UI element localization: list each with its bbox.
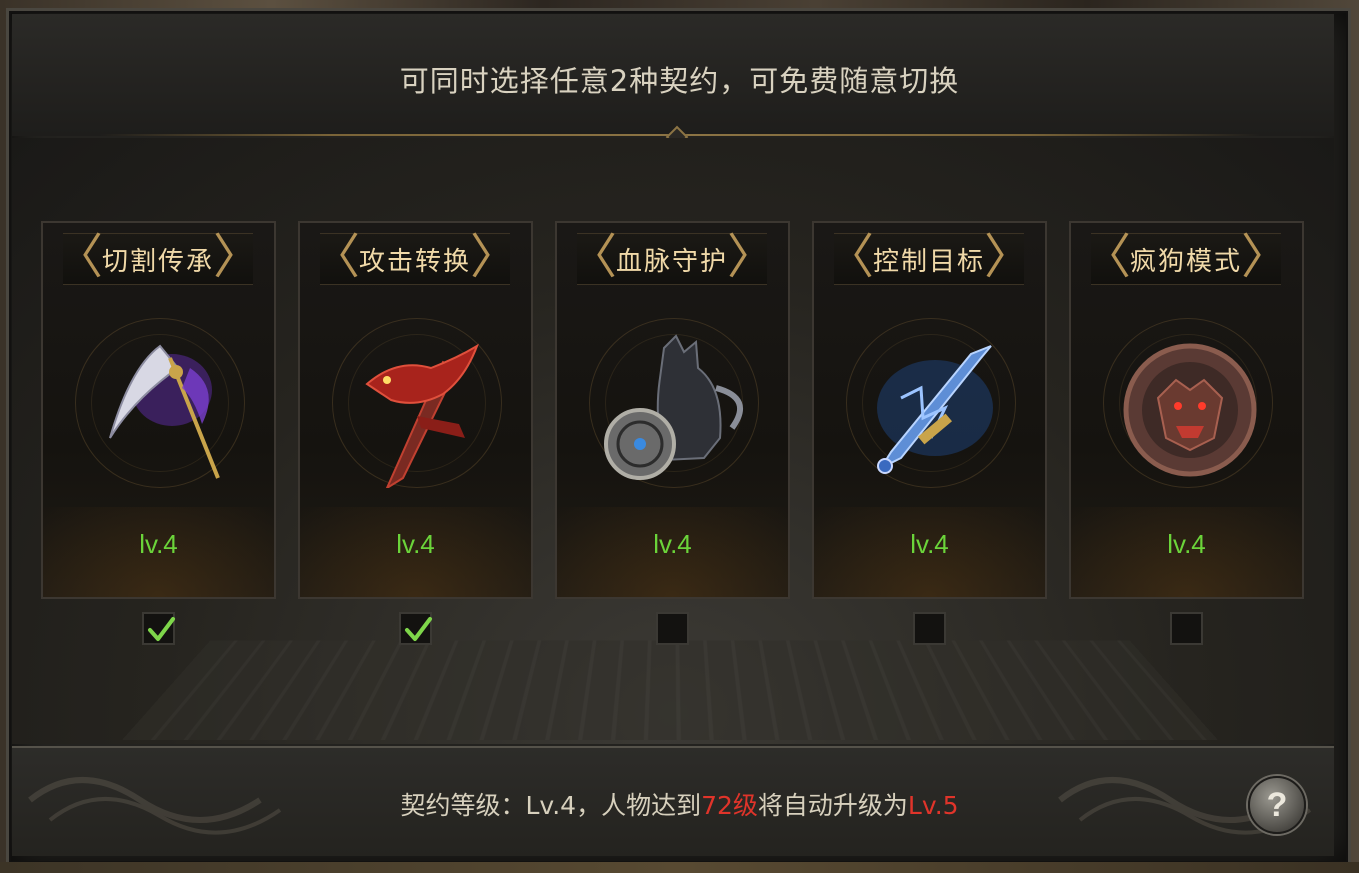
right-bracket-icon: 〉: [983, 229, 1032, 285]
contract-title: 疯狗模式: [1129, 246, 1242, 277]
level-info-prefix: 契约等级：Lv.4，人物达到: [400, 791, 702, 820]
right-bracket-icon: 〉: [726, 229, 775, 285]
contract-level: lv.4: [139, 529, 178, 559]
contract-title-plate: 〈 控制目标 〉: [826, 232, 1032, 285]
contract-card-4[interactable]: 〈 控制目标 〉 lv.4: [812, 221, 1047, 599]
contract-title-plate: 〈 疯狗模式 〉: [1083, 232, 1289, 285]
bottom-background-strip: [0, 862, 1359, 873]
contract-level: lv.4: [653, 529, 692, 559]
stone-floor: [121, 640, 1219, 741]
contract-card-1[interactable]: 〈 切割传承 〉 lv.4: [41, 221, 276, 599]
contract-level: lv.4: [1167, 529, 1206, 559]
contract-title: 控制目标: [872, 246, 985, 277]
contract-level-info: 契约等级：Lv.4，人物达到72级将自动升级为Lv.5: [0, 786, 1359, 822]
red-dragon-sword-icon: [365, 343, 479, 488]
contract-title-plate: 〈 血脉守护 〉: [569, 232, 775, 285]
contract-title: 血脉守护: [615, 246, 728, 277]
contract-checkbox-2[interactable]: [399, 612, 432, 645]
left-bracket-icon: 〈: [55, 229, 104, 285]
target-character-level: 72级: [701, 791, 758, 820]
left-bracket-icon: 〈: [569, 229, 618, 285]
right-bracket-icon: 〉: [212, 229, 261, 285]
contract-checkbox-1[interactable]: [142, 612, 175, 645]
level-info-middle: 将自动升级为: [757, 791, 908, 820]
contract-card-2[interactable]: 〈 攻击转换 〉 lv.4: [298, 221, 533, 599]
contract-card-3[interactable]: 〈 血脉守护 〉 lv.4: [555, 221, 790, 599]
contract-level: lv.4: [396, 529, 435, 559]
right-bracket-icon: 〉: [469, 229, 518, 285]
red-beast-head-icon: [1123, 343, 1257, 477]
contract-card-5[interactable]: 〈 疯狗模式 〉 lv.4: [1069, 221, 1304, 599]
next-contract-level: Lv.5: [907, 791, 959, 820]
left-bracket-icon: 〈: [312, 229, 361, 285]
contract-title-plate: 〈 攻击转换 〉: [312, 232, 518, 285]
purple-scythe-icon: [109, 344, 220, 479]
left-bracket-icon: 〈: [826, 229, 875, 285]
contract-checkbox-4[interactable]: [913, 612, 946, 645]
right-bracket-icon: 〉: [1240, 229, 1289, 285]
contract-checkbox-5[interactable]: [1170, 612, 1203, 645]
help-button[interactable]: ?: [1248, 776, 1306, 834]
checkmark-icon: [148, 617, 175, 641]
contract-title: 攻击转换: [358, 246, 471, 277]
contract-checkbox-3[interactable]: [656, 612, 689, 645]
contract-title: 切割传承: [101, 246, 214, 277]
contract-level: lv.4: [910, 529, 949, 559]
wolf-shield-icon: [604, 334, 743, 480]
checkmark-icon: [405, 617, 432, 641]
left-bracket-icon: 〈: [1083, 229, 1132, 285]
panel-title: 可同时选择任意2种契约，可免费随意切换: [399, 64, 960, 98]
contract-title-plate: 〈 切割传承 〉: [55, 232, 261, 285]
blue-lightning-sword-icon: [877, 345, 993, 474]
